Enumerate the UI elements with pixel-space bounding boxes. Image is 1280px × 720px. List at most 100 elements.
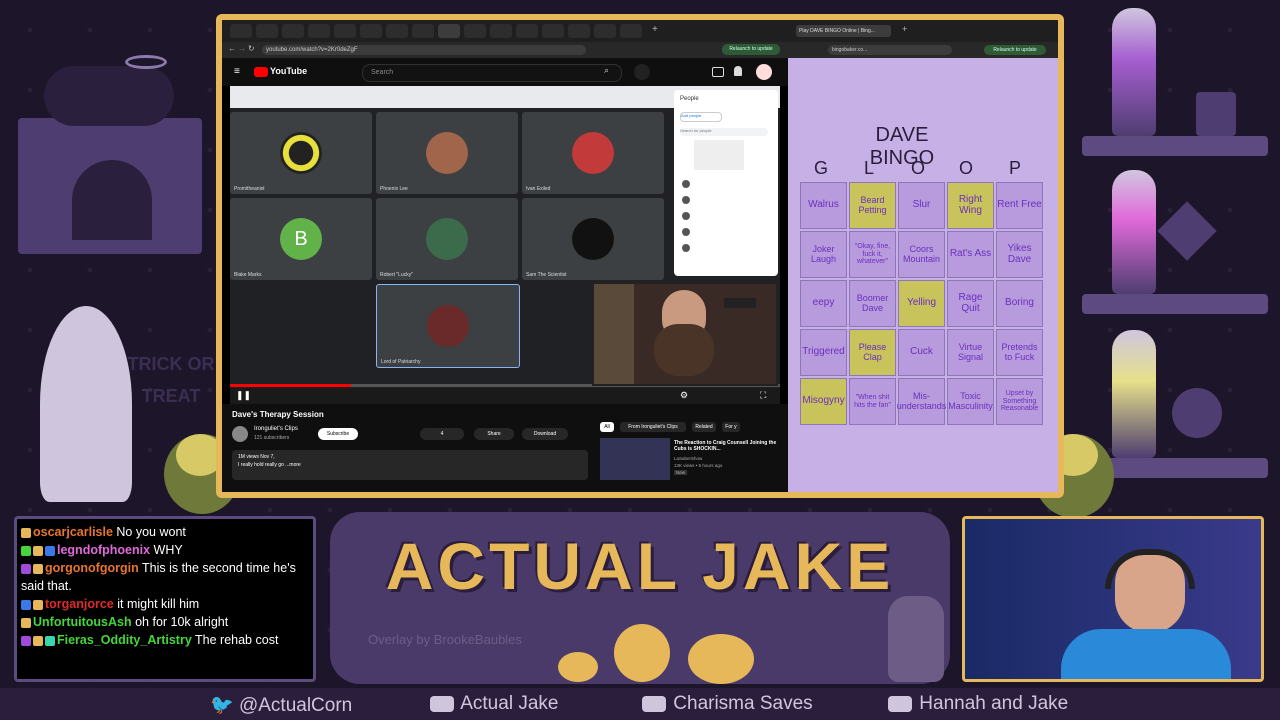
youtube-logo-icon[interactable] <box>254 67 268 77</box>
bingo-cell[interactable]: Pretends to Fuck <box>996 329 1043 376</box>
browser-tab[interactable] <box>282 24 304 38</box>
bingo-cell[interactable]: Rent Free <box>996 182 1043 229</box>
create-icon[interactable] <box>712 67 724 77</box>
play-pause-icon[interactable]: ❚❚ <box>236 390 251 401</box>
download-button[interactable]: Download <box>522 428 568 440</box>
new-badge: New <box>674 470 688 475</box>
search-icon[interactable]: ⌕ <box>604 65 609 76</box>
bingo-cell[interactable]: Toxic Masculinity <box>947 378 994 425</box>
browser-tab-active[interactable] <box>438 24 460 38</box>
avatar[interactable] <box>756 64 772 80</box>
description-box[interactable]: 1M views Nov 7, I really hold really go … <box>232 450 588 480</box>
chip-related[interactable]: Related <box>692 422 716 432</box>
notifications-icon[interactable] <box>734 66 742 76</box>
participant-tile[interactable]: Phoenix Lee <box>376 112 518 194</box>
participant-tile[interactable]: Ivan Exiled <box>522 112 664 194</box>
browser-tab[interactable] <box>464 24 486 38</box>
youtube-icon <box>430 695 454 712</box>
browser-tab[interactable] <box>386 24 408 38</box>
new-tab-button[interactable]: + <box>652 24 658 35</box>
bingo-cell[interactable]: Right Wing <box>947 182 994 229</box>
subscribe-button[interactable]: Subscribe <box>318 428 358 440</box>
channel-name[interactable]: Ironguliet's Clips <box>254 426 298 432</box>
bingo-cell[interactable]: Boomer Dave <box>849 280 896 327</box>
person-avatar <box>682 180 690 188</box>
chip-from-channel[interactable]: From Ironguliet's Clips <box>620 422 686 432</box>
browser-tab[interactable] <box>568 24 590 38</box>
participant-tile[interactable]: Robert "Lucky" <box>376 198 518 280</box>
bingo-cell[interactable]: Rat's Ass <box>947 231 994 278</box>
participant-tile-active[interactable]: Lord of Patriarchy <box>376 284 520 368</box>
bingo-cell[interactable]: Triggered <box>800 329 847 376</box>
youtube-icon <box>642 695 666 712</box>
browser-tab[interactable] <box>490 24 512 38</box>
address-field[interactable]: youtube.com/watch?v=2Kr0deZgF <box>262 45 586 55</box>
recommended-title[interactable]: The Reaction to Craig Counsell Joining t… <box>674 440 784 452</box>
relaunch-button[interactable]: Relaunch to update <box>722 44 780 55</box>
browser-tab[interactable] <box>256 24 278 38</box>
browser-tab[interactable] <box>308 24 330 38</box>
browser-tab[interactable] <box>360 24 382 38</box>
settings-icon[interactable]: ⚙ <box>680 390 688 401</box>
bingo-cell[interactable]: Yelling <box>898 280 945 327</box>
address-field[interactable]: bingobaker.co... <box>828 45 952 55</box>
mic-icon[interactable] <box>634 64 650 80</box>
bingo-cell[interactable]: Upset by Something Reasonable <box>996 378 1043 425</box>
shelf-top <box>1082 136 1268 156</box>
chip-for-you[interactable]: For y <box>722 422 740 432</box>
relaunch-button[interactable]: Relaunch to update <box>984 45 1046 55</box>
browser-tab[interactable] <box>594 24 616 38</box>
add-people-button[interactable]: Add people <box>680 112 722 122</box>
bingo-cell[interactable]: Misogyny <box>800 378 847 425</box>
bingo-cell[interactable]: "When shit hits the fan" <box>849 378 896 425</box>
bingo-cell[interactable]: Boring <box>996 280 1043 327</box>
participant-tile[interactable]: Promitheanist <box>230 112 372 194</box>
participant-tile[interactable]: Sam The Scientist <box>522 198 664 280</box>
channel-avatar[interactable] <box>232 426 248 442</box>
search-input[interactable]: Search <box>362 64 622 82</box>
share-button[interactable]: Share <box>474 428 514 440</box>
reload-icon[interactable]: ↻ <box>248 44 255 53</box>
bingo-cell[interactable]: Please Clap <box>849 329 896 376</box>
browser-tab[interactable] <box>516 24 538 38</box>
bingo-tab[interactable]: Play DAVE BINGO Online | Bing... <box>796 25 891 37</box>
browser-tab[interactable] <box>230 24 252 38</box>
browser-tab[interactable] <box>620 24 642 38</box>
new-tab-button[interactable]: + <box>902 24 907 34</box>
bingo-cell[interactable]: eepy <box>800 280 847 327</box>
bingo-cell[interactable]: Beard Petting <box>849 182 896 229</box>
fullscreen-icon[interactable]: ⛶ <box>760 390 766 401</box>
bingo-cell[interactable]: Rage Quit <box>947 280 994 327</box>
bingo-cell[interactable]: Joker Laugh <box>800 231 847 278</box>
bingo-cell[interactable]: Yikes Dave <box>996 231 1043 278</box>
guest-beard <box>654 324 714 376</box>
chip-all[interactable]: All <box>600 422 614 432</box>
bingo-cell[interactable]: Coors Mountain <box>898 231 945 278</box>
back-icon[interactable]: ← <box>228 44 236 53</box>
bingo-cell[interactable]: Walrus <box>800 182 847 229</box>
bingo-cell[interactable]: Slur <box>898 182 945 229</box>
browser-tab[interactable] <box>334 24 356 38</box>
browser-tab[interactable] <box>542 24 564 38</box>
chat-message: Fieras_Oddity_Artistry The rehab cost <box>21 631 309 649</box>
menu-icon[interactable]: ≡ <box>234 66 240 77</box>
chat-message: UnfortuitousAsh oh for 10k alright <box>21 613 309 631</box>
bingo-cell[interactable]: "Okay, fine, fuck it, whatever" <box>849 231 896 278</box>
badge-icon <box>21 563 31 574</box>
youtube-logo-text[interactable]: YouTube <box>270 66 307 76</box>
browser-tab[interactable] <box>412 24 434 38</box>
forward-icon[interactable]: → <box>238 44 246 53</box>
participant-avatar <box>427 305 469 347</box>
social-youtube: Charisma Saves <box>642 693 813 715</box>
participant-tile[interactable]: B Blake Marks <box>230 198 372 280</box>
person-avatar <box>682 244 690 252</box>
chat-username: torganjorce <box>45 597 114 611</box>
bingo-cell[interactable]: Virtue Signal <box>947 329 994 376</box>
recommended-thumbnail[interactable] <box>600 438 670 480</box>
person-avatar <box>682 196 690 204</box>
bingo-cell[interactable]: Mis-understands <box>897 378 946 425</box>
people-search-input[interactable]: Search for people <box>680 128 768 136</box>
bingo-cell[interactable]: Cuck <box>898 329 945 376</box>
like-button[interactable]: 4 <box>420 428 464 440</box>
people-popup <box>694 140 744 170</box>
